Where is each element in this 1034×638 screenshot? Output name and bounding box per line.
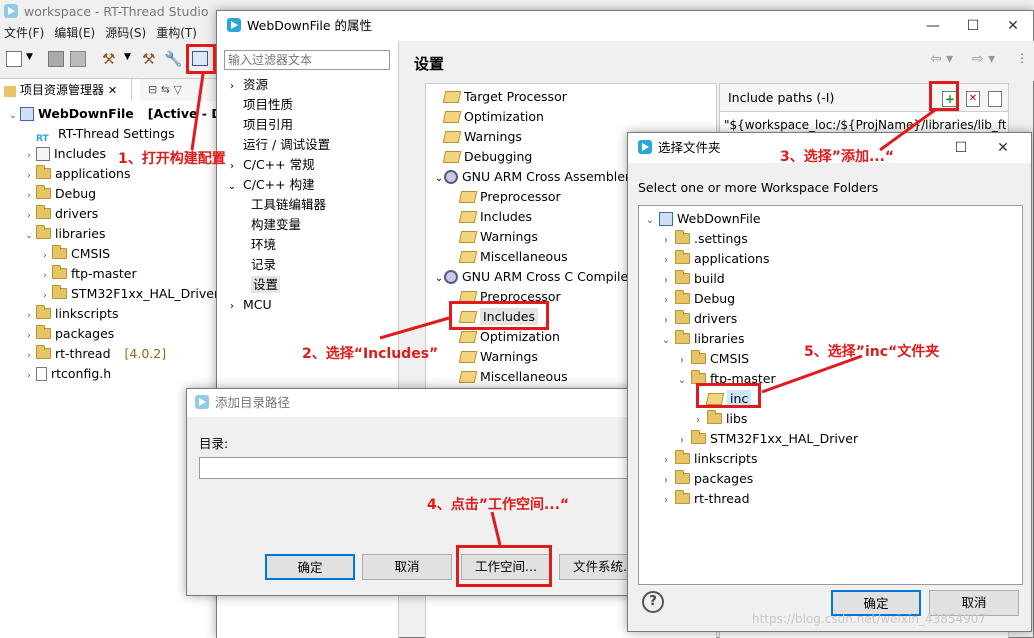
arrow-5	[761, 354, 863, 394]
arrow-3	[879, 108, 936, 152]
annotation-step-2: 2、选择“Includes”	[302, 346, 439, 362]
annotation-step-1: 1、打开构建配置	[118, 151, 226, 167]
watermark: https://blog.csdn.net/weixin_43854907	[752, 612, 987, 626]
annotation-arrows	[190, 73, 936, 546]
arrow-4	[490, 511, 502, 546]
arrow-1	[190, 73, 205, 151]
annotation-step-3: 3、选择”添加...“	[780, 149, 895, 165]
annotation-step-4: 4、点击”工作空间...“	[427, 497, 570, 513]
arrow-2	[379, 316, 450, 340]
annotation-step-5: 5、选择”inc“文件夹	[804, 344, 940, 360]
